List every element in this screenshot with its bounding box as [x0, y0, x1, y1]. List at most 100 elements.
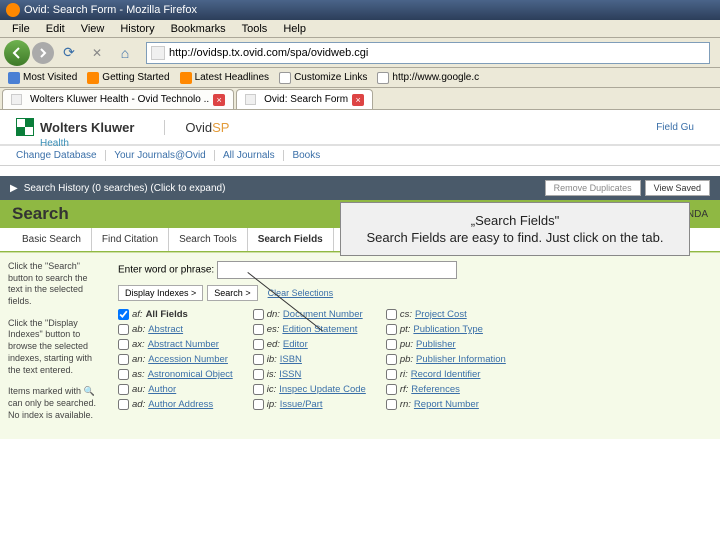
field-link-pb[interactable]: Publisher Information — [416, 354, 506, 365]
field-checkbox-dn[interactable] — [253, 309, 264, 320]
folder-icon — [8, 72, 20, 84]
field-abbr: ad: — [132, 399, 145, 410]
view-saved-button[interactable]: View Saved — [645, 180, 710, 196]
field-link-ab[interactable]: Abstract — [148, 324, 183, 335]
bookmark-google[interactable]: http://www.google.c — [373, 71, 483, 85]
search-button[interactable]: Search > — [207, 285, 257, 301]
field-an: an:Accession Number — [118, 354, 233, 365]
link-your-journals[interactable]: Your Journals@Ovid — [114, 150, 215, 161]
menu-edit[interactable]: Edit — [38, 21, 73, 37]
field-checkbox-ip[interactable] — [253, 399, 264, 410]
menu-history[interactable]: History — [112, 21, 162, 37]
field-abbr: ab: — [132, 324, 145, 335]
menu-view[interactable]: View — [73, 21, 113, 37]
ovid-logo: OvidSP — [164, 120, 229, 135]
field-link-au[interactable]: Author — [148, 384, 176, 395]
field-link-ic[interactable]: Inspec Update Code — [279, 384, 366, 395]
stop-button[interactable]: ✕ — [84, 40, 110, 66]
link-books[interactable]: Books — [292, 150, 328, 161]
field-checkbox-is[interactable] — [253, 369, 264, 380]
bookmarks-bar: Most Visited Getting Started Latest Head… — [0, 68, 720, 88]
back-button[interactable] — [4, 40, 30, 66]
field-link-ip[interactable]: Issue/Part — [280, 399, 323, 410]
display-indexes-button[interactable]: Display Indexes > — [118, 285, 203, 301]
link-all-journals[interactable]: All Journals — [223, 150, 284, 161]
field-checkbox-au[interactable] — [118, 384, 129, 395]
field-checkbox-rf[interactable] — [386, 384, 397, 395]
field-link-ed[interactable]: Editor — [283, 339, 308, 350]
menu-bookmarks[interactable]: Bookmarks — [163, 21, 234, 37]
close-icon[interactable]: × — [213, 94, 225, 106]
phrase-row: Enter word or phrase: — [118, 261, 712, 279]
field-checkbox-ic[interactable] — [253, 384, 264, 395]
field-abbr: rf: — [400, 384, 408, 395]
field-checkbox-es[interactable] — [253, 324, 264, 335]
field-rn: rn:Report Number — [386, 399, 506, 410]
field-abbr: as: — [132, 369, 145, 380]
bookmark-getting-started[interactable]: Getting Started — [83, 71, 173, 85]
field-checkbox-ab[interactable] — [118, 324, 129, 335]
field-checkbox-af[interactable] — [118, 309, 129, 320]
field-link-rf[interactable]: References — [411, 384, 460, 395]
bookmark-latest-headlines[interactable]: Latest Headlines — [176, 71, 274, 85]
link-change-database[interactable]: Change Database — [16, 150, 106, 161]
field-dn: dn:Document Number — [253, 309, 366, 320]
field-link-ri[interactable]: Record Identifier — [411, 369, 481, 380]
navbar: ⟳ ✕ ⌂ http://ovidsp.tx.ovid.com/spa/ovid… — [0, 38, 720, 68]
field-is: is:ISSN — [253, 369, 366, 380]
field-link-ax[interactable]: Abstract Number — [148, 339, 219, 350]
menu-tools[interactable]: Tools — [234, 21, 276, 37]
field-link-rn[interactable]: Report Number — [414, 399, 479, 410]
field-checkbox-pu[interactable] — [386, 339, 397, 350]
fields-main: Enter word or phrase: Display Indexes > … — [110, 253, 720, 439]
page-icon — [151, 46, 165, 60]
tab-find-citation[interactable]: Find Citation — [92, 228, 169, 251]
tab-basic-search[interactable]: Basic Search — [12, 228, 92, 251]
wk-health: Health — [40, 138, 69, 149]
field-abbr: ri: — [400, 369, 408, 380]
field-link-ad[interactable]: Author Address — [148, 399, 213, 410]
fields-area: Click the "Search" button to search the … — [0, 252, 720, 439]
url-bar[interactable]: http://ovidsp.tx.ovid.com/spa/ovidweb.cg… — [146, 42, 710, 64]
field-checkbox-ad[interactable] — [118, 399, 129, 410]
field-checkbox-ed[interactable] — [253, 339, 264, 350]
tab-ovid-search[interactable]: Ovid: Search Form× — [236, 89, 373, 109]
field-abbr: au: — [132, 384, 145, 395]
field-checkbox-pb[interactable] — [386, 354, 397, 365]
field-link-is[interactable]: ISSN — [279, 369, 301, 380]
field-checkbox-ri[interactable] — [386, 369, 397, 380]
browser-tabs: Wolters Kluwer Health - Ovid Technolo ..… — [0, 88, 720, 110]
field-abbr: pb: — [400, 354, 413, 365]
field-checkbox-ib[interactable] — [253, 354, 264, 365]
field-checkbox-ax[interactable] — [118, 339, 129, 350]
tab-wolters-kluwer[interactable]: Wolters Kluwer Health - Ovid Technolo ..… — [2, 89, 234, 109]
field-checkbox-cs[interactable] — [386, 309, 397, 320]
page-icon — [377, 72, 389, 84]
reload-button[interactable]: ⟳ — [56, 40, 82, 66]
search-history-bar[interactable]: ▶ Search History (0 searches) (Click to … — [0, 176, 720, 200]
brand-header: Wolters Kluwer Health OvidSP Field Gu — [0, 110, 720, 146]
field-checkbox-as[interactable] — [118, 369, 129, 380]
bookmark-most-visited[interactable]: Most Visited — [4, 71, 81, 85]
menu-help[interactable]: Help — [275, 21, 314, 37]
field-link-af[interactable]: All Fields — [146, 309, 188, 320]
forward-button[interactable] — [32, 42, 54, 64]
field-link-pt[interactable]: Publication Type — [413, 324, 483, 335]
tab-search-tools[interactable]: Search Tools — [169, 228, 248, 251]
field-checkbox-an[interactable] — [118, 354, 129, 365]
tip-1: Click the "Search" button to search the … — [8, 261, 102, 308]
field-link-an[interactable]: Accession Number — [148, 354, 228, 365]
bookmark-customize-links[interactable]: Customize Links — [275, 71, 371, 85]
field-checkbox-rn[interactable] — [386, 399, 397, 410]
close-icon[interactable]: × — [352, 94, 364, 106]
field-checkbox-pt[interactable] — [386, 324, 397, 335]
field-link-pu[interactable]: Publisher — [416, 339, 456, 350]
field-es: es:Edition Statement — [253, 324, 366, 335]
menu-file[interactable]: File — [4, 21, 38, 37]
field-link-cs[interactable]: Project Cost — [415, 309, 467, 320]
field-link-as[interactable]: Astronomical Object — [148, 369, 233, 380]
field-link-ib[interactable]: ISBN — [280, 354, 302, 365]
home-button[interactable]: ⌂ — [112, 40, 138, 66]
field-guide-link[interactable]: Field Gu — [656, 122, 704, 133]
tab-search-fields[interactable]: Search Fields — [248, 228, 334, 251]
